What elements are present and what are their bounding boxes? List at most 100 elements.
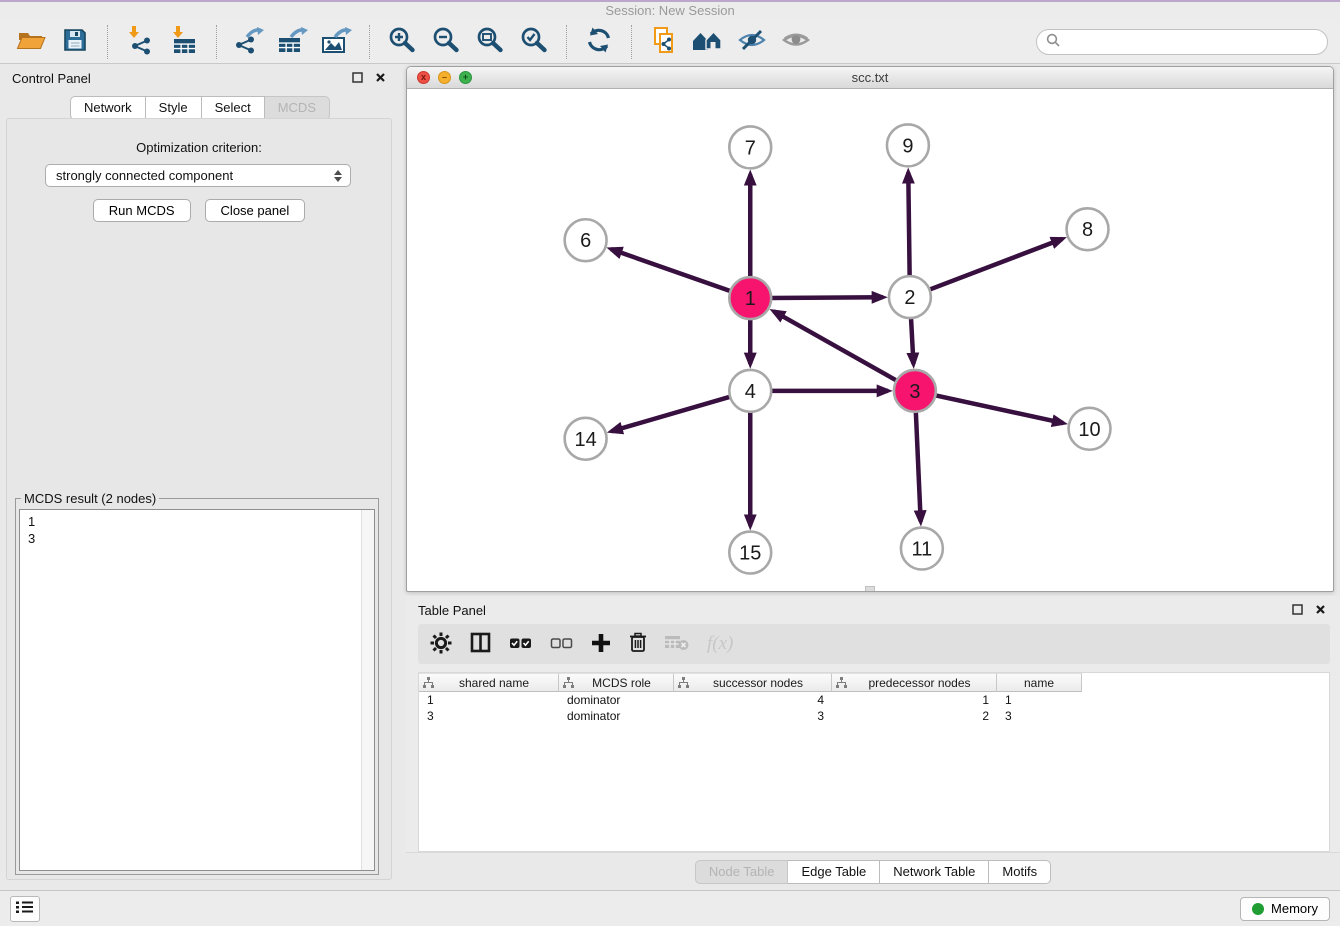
- refresh-layout-button[interactable]: [580, 24, 618, 60]
- table-cell: 3: [419, 709, 559, 723]
- mcds-result-box[interactable]: 13: [19, 509, 375, 871]
- tab-network[interactable]: Network: [70, 96, 146, 120]
- export-network-icon: [233, 25, 265, 58]
- open-session-button[interactable]: [12, 24, 50, 60]
- table-cell: 1: [419, 693, 559, 707]
- node-label: 8: [1082, 219, 1093, 241]
- edge-1-6[interactable]: [611, 249, 732, 292]
- edge-2-3[interactable]: [911, 316, 914, 364]
- tab-style[interactable]: Style: [146, 96, 202, 120]
- search-input[interactable]: [1066, 34, 1318, 49]
- tab-edge-table[interactable]: Edge Table: [788, 860, 880, 884]
- search-box[interactable]: [1036, 29, 1328, 55]
- column-header-predecessor-nodes[interactable]: predecessor nodes: [832, 673, 997, 692]
- window-title: Session: New Session: [605, 3, 734, 18]
- zoom-out-button[interactable]: [427, 24, 465, 60]
- control-panel: Control Panel NetworkStyleSelectMCDS Opt…: [0, 64, 400, 890]
- edge-3-11[interactable]: [916, 410, 921, 522]
- delete-row-button[interactable]: [629, 632, 647, 656]
- edge-3-1[interactable]: [774, 311, 899, 381]
- zoom-selected-button[interactable]: [515, 24, 553, 60]
- zoom-fit-button[interactable]: [471, 24, 509, 60]
- export-image-icon: [321, 25, 353, 58]
- tab-node-table[interactable]: Node Table: [695, 860, 789, 884]
- table-cell: dominator: [559, 693, 674, 707]
- delete-table-icon: [665, 634, 689, 655]
- table-settings-button[interactable]: [430, 632, 452, 657]
- minimize-window-button[interactable]: –: [438, 71, 451, 84]
- window-resize-grip[interactable]: [865, 586, 875, 591]
- column-header-successor-nodes[interactable]: successor nodes: [674, 673, 832, 692]
- import-network-button[interactable]: [121, 24, 159, 60]
- export-image-button[interactable]: [318, 24, 356, 60]
- function-builder-button: f(x): [707, 633, 733, 655]
- network-window-titlebar: scc.txt x – +: [407, 67, 1333, 89]
- export-table-button[interactable]: [274, 24, 312, 60]
- float-icon: [1292, 603, 1303, 618]
- zoom-in-button[interactable]: [383, 24, 421, 60]
- float-panel-button[interactable]: [349, 70, 365, 86]
- run-mcds-button[interactable]: Run MCDS: [93, 199, 191, 222]
- refresh-layout-icon: [585, 26, 613, 57]
- hide-selected-button[interactable]: [733, 24, 771, 60]
- show-all-icon: [781, 26, 811, 57]
- column-header-MCDS-role[interactable]: MCDS role: [559, 673, 674, 692]
- edge-2-8[interactable]: [928, 239, 1063, 290]
- table-row[interactable]: 1dominator411: [419, 692, 1329, 708]
- zoom-window-button[interactable]: +: [459, 71, 472, 84]
- tab-select[interactable]: Select: [202, 96, 265, 120]
- criterion-select[interactable]: strongly connected component: [45, 164, 351, 187]
- toolbar-separator: [631, 25, 632, 59]
- open-session-icon: [16, 27, 46, 56]
- tab-network-table[interactable]: Network Table: [880, 860, 989, 884]
- toggle-columns-icon: [470, 632, 491, 656]
- column-header-name[interactable]: name: [997, 673, 1082, 692]
- save-session-button[interactable]: [56, 24, 94, 60]
- network-view-window: scc.txt x – + 7968124314101511: [406, 66, 1334, 592]
- table-cell: 3: [674, 709, 832, 723]
- table-cell: 4: [674, 693, 832, 707]
- hierarchy-icon: [563, 677, 574, 688]
- select-all-button[interactable]: [509, 636, 532, 653]
- delete-table-button: [665, 634, 689, 655]
- edge-4-14[interactable]: [611, 396, 732, 431]
- close-panel-button[interactable]: [372, 70, 388, 86]
- close-icon: [375, 71, 386, 86]
- network-canvas[interactable]: 7968124314101511: [407, 89, 1333, 591]
- table-cell: dominator: [559, 709, 674, 723]
- close-panel-button-2[interactable]: Close panel: [205, 199, 306, 222]
- network-graph[interactable]: 7968124314101511: [407, 89, 1333, 591]
- edge-2-9[interactable]: [908, 172, 909, 278]
- import-table-button[interactable]: [165, 24, 203, 60]
- main-toolbar: [0, 20, 1340, 64]
- task-history-button[interactable]: [10, 896, 40, 922]
- zoom-in-icon: [387, 26, 417, 57]
- edge-1-2[interactable]: [769, 297, 883, 298]
- column-header-shared-name[interactable]: shared name: [419, 673, 559, 692]
- hierarchy-icon: [678, 677, 689, 688]
- toggle-columns-button[interactable]: [470, 632, 491, 656]
- edge-3-10[interactable]: [933, 395, 1063, 423]
- export-network-button[interactable]: [230, 24, 268, 60]
- tab-motifs[interactable]: Motifs: [989, 860, 1051, 884]
- float-table-panel-button[interactable]: [1289, 602, 1305, 618]
- close-table-panel-button[interactable]: [1312, 602, 1328, 618]
- zoom-fit-icon: [475, 26, 505, 57]
- table-panel-header: Table Panel: [406, 596, 1340, 624]
- tab-mcds[interactable]: MCDS: [265, 96, 330, 120]
- table-toolbar: f(x): [418, 624, 1330, 664]
- add-row-button[interactable]: [591, 633, 611, 656]
- result-scrollbar[interactable]: [361, 510, 374, 870]
- deselect-all-button[interactable]: [550, 636, 573, 653]
- table-row[interactable]: 3dominator323: [419, 708, 1329, 724]
- memory-button[interactable]: Memory: [1240, 897, 1330, 921]
- select-all-icon: [509, 636, 532, 653]
- node-label: 3: [909, 381, 920, 403]
- result-line: 1: [28, 513, 366, 530]
- first-neighbors-button[interactable]: [689, 24, 727, 60]
- show-all-button[interactable]: [777, 24, 815, 60]
- close-window-button[interactable]: x: [417, 71, 430, 84]
- node-label: 4: [745, 381, 756, 403]
- table-cell: 1: [832, 693, 997, 707]
- clone-network-button[interactable]: [645, 24, 683, 60]
